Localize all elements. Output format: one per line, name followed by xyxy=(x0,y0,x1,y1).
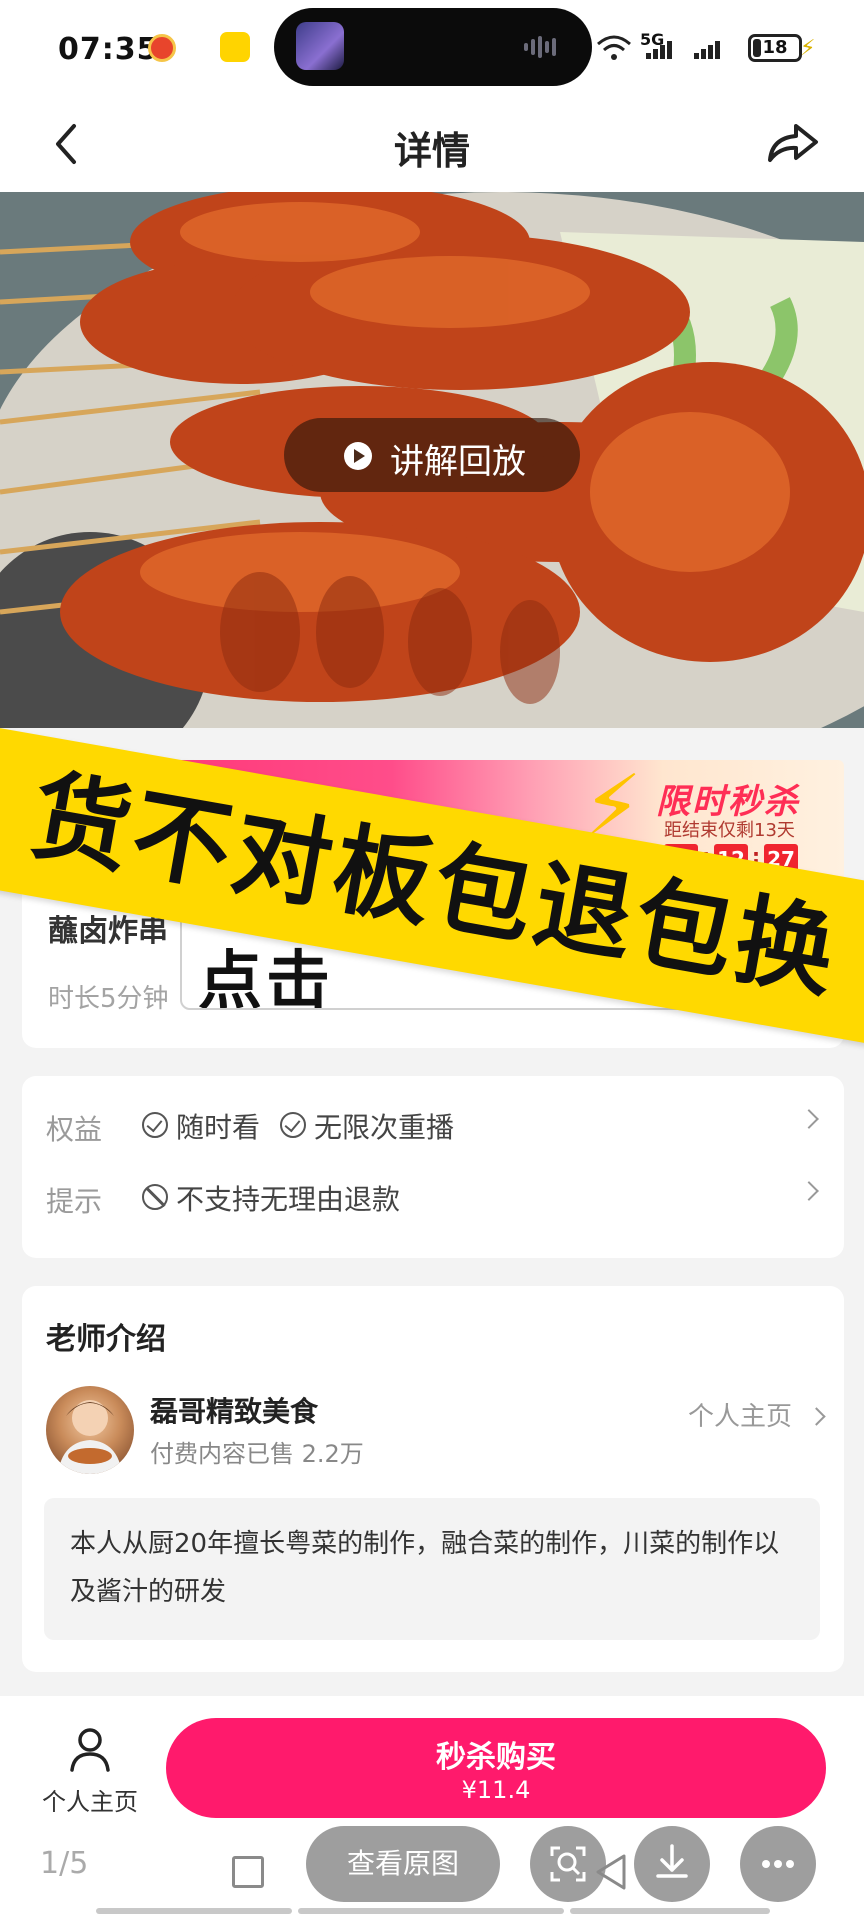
chevron-right-icon xyxy=(799,1109,819,1129)
teacher-section-heading: 老师介绍 xyxy=(46,1322,166,1357)
wifi-icon xyxy=(596,34,632,67)
refund-policy-text: 不支持无理由退款 xyxy=(176,1183,401,1216)
replay-button[interactable]: 讲解回放 xyxy=(284,418,580,492)
page-counter: 1/5 xyxy=(40,1846,89,1881)
gesture-bar xyxy=(96,1908,292,1914)
course-duration: 时长5分钟 xyxy=(48,984,169,1014)
teacher-sales-count: 付费内容已售 2.2万 xyxy=(150,1440,364,1468)
rights-card: 权益 随时看 无限次重播 提示 不支持无理由退款 xyxy=(22,1076,844,1258)
share-icon xyxy=(768,124,818,162)
page-title: 详情 xyxy=(393,129,470,173)
signal-icon xyxy=(646,40,674,59)
chevron-right-icon xyxy=(799,1181,819,1201)
replay-label: 讲解回放 xyxy=(390,442,526,482)
hero-image[interactable]: 讲解回放 xyxy=(0,192,864,728)
buy-price: ¥11.4 xyxy=(461,1776,531,1804)
charging-icon: ⚡ xyxy=(800,36,816,61)
recent-apps-icon[interactable] xyxy=(232,1856,264,1888)
battery-level-text: 18 xyxy=(762,37,788,58)
check-circle-icon xyxy=(142,1112,168,1138)
play-icon xyxy=(344,442,372,470)
nav-bar: 详情 xyxy=(0,96,864,192)
rights-row[interactable]: 权益 随时看 无限次重播 xyxy=(22,1096,844,1156)
check-circle-icon xyxy=(280,1112,306,1138)
dynamic-island[interactable] xyxy=(274,8,592,86)
audio-wave-icon xyxy=(524,36,570,58)
notification-app-icon xyxy=(148,34,176,62)
buy-label: 秒杀购买 xyxy=(436,1740,556,1775)
signal-icon-2 xyxy=(694,40,722,59)
more-dots-icon xyxy=(762,1860,794,1868)
teacher-homepage-link[interactable]: 个人主页 xyxy=(688,1396,792,1433)
rights-item-unlimited-replay: 无限次重播 xyxy=(314,1111,455,1144)
teacher-bio: 本人从厨20年擅长粤菜的制作，融合菜的制作，川菜的制作以及酱汁的研发 xyxy=(70,1529,780,1607)
more-options-button[interactable] xyxy=(740,1826,816,1902)
rights-label: 权益 xyxy=(46,1113,103,1146)
status-time: 07:35 xyxy=(58,32,159,67)
status-bar: 07:35 5G 18 ⚡ xyxy=(0,0,864,96)
profile-label[interactable]: 个人主页 xyxy=(30,1782,150,1817)
teacher-name: 磊哥精致美食 xyxy=(150,1395,319,1428)
flash-sale-subtitle: 距结束仅剩13天 xyxy=(664,820,795,841)
notification-app-icon-2 xyxy=(220,32,250,62)
system-back-icon[interactable] xyxy=(594,1852,628,1892)
prohibited-icon xyxy=(142,1184,168,1210)
rights-item-watch-anytime: 随时看 xyxy=(176,1111,261,1144)
battery-icon: 18 xyxy=(748,34,802,62)
teacher-bio-box: 本人从厨20年擅长粤菜的制作，融合菜的制作，川菜的制作以及酱汁的研发 xyxy=(44,1498,820,1640)
share-button[interactable] xyxy=(762,116,822,172)
teacher-card: 老师介绍 磊哥精致美食 付费内容已售 2.2万 个人主页 本人从厨20年擅长粤菜… xyxy=(22,1286,844,1672)
gesture-bar xyxy=(298,1908,564,1914)
teacher-avatar[interactable] xyxy=(46,1386,134,1474)
view-original-button[interactable]: 查看原图 xyxy=(306,1826,500,1902)
download-icon xyxy=(656,1844,688,1878)
person-icon[interactable] xyxy=(68,1726,112,1772)
now-playing-artwork xyxy=(296,22,344,70)
refund-policy-row[interactable]: 提示 不支持无理由退款 xyxy=(22,1168,844,1228)
gesture-bar xyxy=(570,1908,770,1914)
avatar-image xyxy=(58,1400,122,1474)
chevron-right-icon xyxy=(807,1407,826,1426)
flash-buy-button[interactable]: 秒杀购买 ¥11.4 xyxy=(166,1718,826,1818)
download-button[interactable] xyxy=(634,1826,710,1902)
notice-label: 提示 xyxy=(46,1185,103,1218)
